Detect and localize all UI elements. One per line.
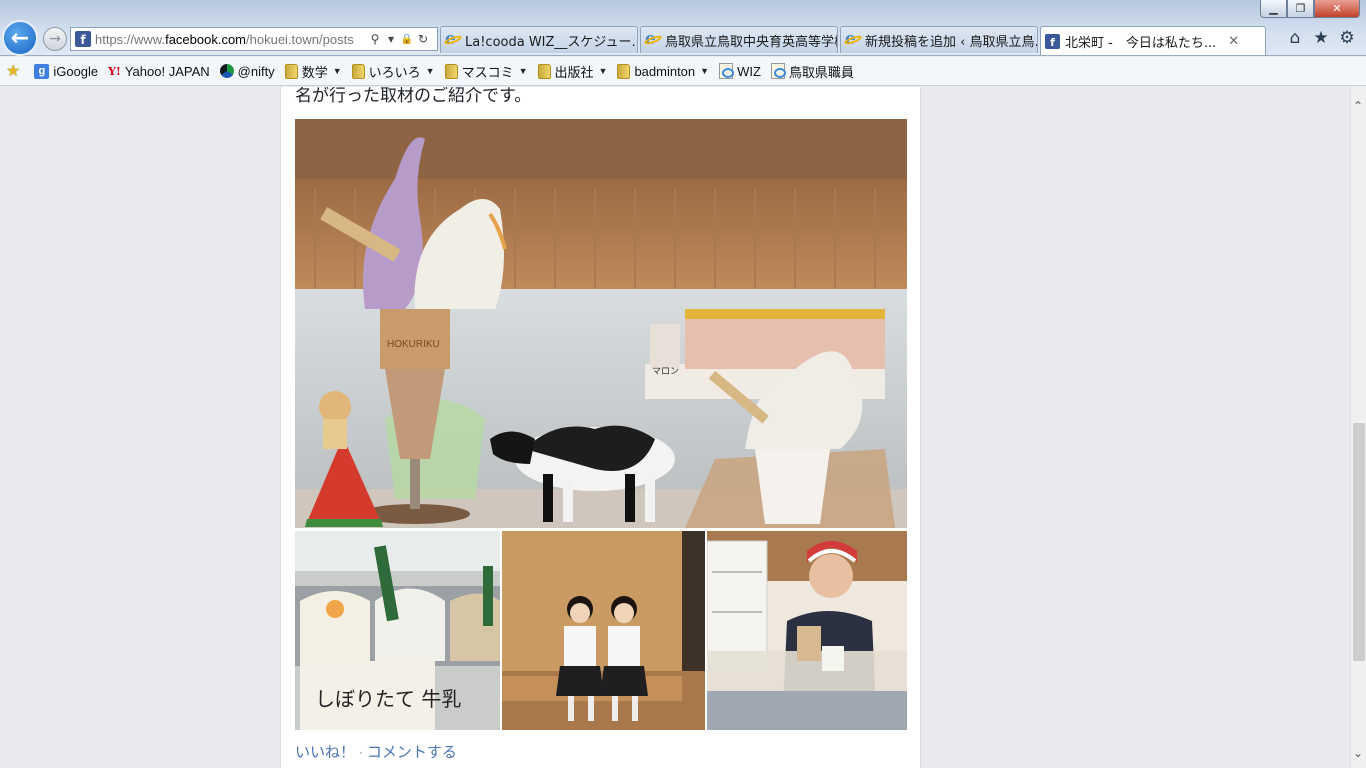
tab-tottori-school[interactable]: e 鳥取県立鳥取中央育英高等学校 [640,26,838,53]
students-photo [502,531,705,730]
facebook-favicon-icon: f [75,31,91,47]
favorite-label: @nifty [237,63,275,79]
folder-icon [284,63,298,79]
forward-button[interactable]: → [43,27,67,51]
facebook-icon: f [1045,33,1060,49]
address-bar[interactable]: f https://www.facebook.com/hokuei.town/p… [70,27,438,51]
home-icon[interactable]: ⌂ [1286,28,1304,48]
search-icon[interactable]: ⚲ [367,31,383,47]
tab-title: La!cooda WIZ__スケジュー... [465,34,638,50]
page-viewport: 名が行った取材のご紹介です。 HOKURIKU マロン しぼりたて 牛乳 いいね… [0,87,1350,768]
lock-icon[interactable]: 🔒 [399,31,415,47]
chevron-down-icon: ▼ [425,66,435,76]
url-field[interactable]: https://www.facebook.com/hokuei.town/pos… [95,32,367,47]
ie-page-icon [770,63,786,79]
scroll-down-arrow-icon[interactable]: ⌄ [1353,746,1363,760]
chevron-down-icon: ▼ [700,66,710,76]
browser-titlebar: ▁ ❐ ✕ ← → f https://www.facebook.com/hok… [0,0,1366,56]
favorite-tottori-staff[interactable]: 鳥取県職員 [770,62,854,81]
favorite-label: 出版社 [554,64,594,80]
separator-dot: · [359,746,363,760]
ie-page-icon: e [843,29,863,49]
post-photo-ice-cream-case[interactable]: しぼりたて 牛乳 [295,531,500,730]
tab-new-post[interactable]: e 新規投稿を追加 ‹ 鳥取県立鳥... [840,26,1038,53]
favorite-folder-publisher[interactable]: 出版社 ▼ [537,62,608,81]
vertical-scrollbar[interactable]: ⌃ ⌄ [1350,87,1366,768]
favorite-folder-math[interactable]: 数学 ▼ [284,62,342,81]
tab-title: 北栄町 - 今日は私たち... [1065,35,1217,51]
url-path: /hokuei.town/posts [246,31,354,47]
ice-cream-display-photo: HOKURIKU マロン [295,119,907,528]
shop-staff-photo [707,531,907,730]
scroll-up-arrow-icon[interactable]: ⌃ [1353,99,1363,113]
ie-page-icon: e [443,29,463,49]
scrollbar-thumb[interactable] [1353,423,1365,661]
arrow-left-icon: ← [10,25,30,51]
post-photo-main[interactable]: HOKURIKU マロン [295,119,907,528]
google-icon: g [34,63,50,79]
toolbar-icons: ⌂ ★ ⚙ [1286,28,1356,48]
favorite-igoogle[interactable]: g iGoogle [34,63,99,79]
tab-hokuei-facebook[interactable]: f 北栄町 - 今日は私たち... ✕ [1040,26,1266,55]
url-prefix: https://www. [95,31,166,47]
folder-icon [351,63,365,79]
close-window-button[interactable]: ✕ [1314,0,1360,18]
yahoo-icon: Y! [108,64,121,78]
favorites-bar: ★ g iGoogle Y! Yahoo! JAPAN @nifty 数学 ▼ … [0,57,1366,86]
svg-text:しぼりたて 牛乳: しぼりたて 牛乳 [315,687,461,711]
favorite-folder-masukomi[interactable]: マスコミ ▼ [444,62,528,81]
favorite-wiz[interactable]: WIZ [719,63,761,79]
like-link[interactable]: いいね！ [295,743,355,761]
window-controls: ▁ ❐ ✕ [1260,0,1360,18]
ice-cream-case-photo: しぼりたて 牛乳 [295,531,500,730]
post-actions: いいね！ · コメントする [295,741,457,762]
refresh-icon[interactable]: ↻ [415,31,431,47]
comment-link[interactable]: コメントする [367,743,457,761]
favorite-folder-badminton[interactable]: badminton ▼ [617,63,710,79]
favorite-label: iGoogle [53,63,99,79]
arrow-right-icon: → [49,31,61,47]
facebook-post: 名が行った取材のご紹介です。 HOKURIKU マロン しぼりたて 牛乳 いいね… [280,87,921,768]
favorites-star-icon[interactable]: ★ [1312,28,1330,48]
favorite-label: WIZ [737,63,761,79]
minimize-button[interactable]: ▁ [1260,0,1287,18]
folder-icon [444,63,458,79]
chevron-down-icon: ▼ [332,66,342,76]
post-photo-staff[interactable] [707,531,907,730]
add-favorite-button[interactable]: ★ [6,61,24,81]
url-domain: facebook.com [165,31,247,47]
add-favorite-star-icon: ★ [6,63,21,80]
tab-lacooda[interactable]: e La!cooda WIZ__スケジュー... [440,26,638,53]
favorite-label: 数学 [301,64,328,80]
favorite-yahoo-japan[interactable]: Y! Yahoo! JAPAN [108,64,209,79]
tab-title: 新規投稿を追加 ‹ 鳥取県立鳥... [865,34,1038,50]
chevron-down-icon: ▼ [518,66,528,76]
close-tab-icon[interactable]: ✕ [1228,34,1239,49]
ie-page-icon: e [643,29,663,49]
folder-icon [617,63,631,79]
tab-strip: e La!cooda WIZ__スケジュー... e 鳥取県立鳥取中央育英高等学… [440,26,1268,55]
favorite-label: いろいろ [368,64,421,80]
favorite-label: マスコミ [461,64,514,80]
chevron-down-icon[interactable]: ▾ [383,31,399,47]
favorite-nifty[interactable]: @nifty [219,63,275,79]
chevron-down-icon: ▼ [598,66,608,76]
folder-icon [537,63,551,79]
gear-icon[interactable]: ⚙ [1338,28,1356,48]
tab-title: 鳥取県立鳥取中央育英高等学校 [665,34,838,50]
svg-text:マロン: マロン [652,366,679,376]
svg-text:HOKURIKU: HOKURIKU [387,339,440,350]
favorite-label: 鳥取県職員 [788,64,854,80]
post-photo-students[interactable] [502,531,705,730]
post-text: 名が行った取材のご紹介です。 [295,87,532,106]
favorite-label: Yahoo! JAPAN [124,63,210,79]
ie-page-icon [719,63,735,79]
back-button[interactable]: ← [2,20,38,56]
nifty-icon [219,64,234,78]
favorite-folder-iroiro[interactable]: いろいろ ▼ [351,62,435,81]
restore-button[interactable]: ❐ [1287,0,1314,18]
favorite-label: badminton [634,63,696,79]
